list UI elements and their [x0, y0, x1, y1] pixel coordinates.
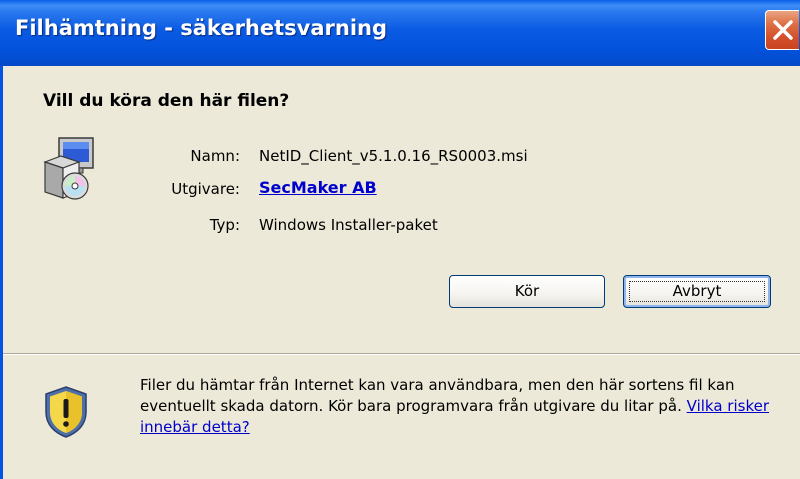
type-label: Typ:: [209, 216, 240, 234]
file-name: NetID_Client_v5.1.0.16_RS0003.msi: [259, 147, 528, 165]
close-button[interactable]: [765, 10, 799, 50]
run-button-label: Kör: [514, 282, 540, 300]
window-title: Filhämtning - säkerhetsvarning: [15, 16, 388, 40]
divider-highlight: [3, 354, 800, 355]
title-bar[interactable]: Filhämtning - säkerhetsvarning: [0, 0, 800, 66]
warning-text: Filer du hämtar från Internet kan vara a…: [140, 376, 735, 415]
security-warning-dialog: Filhämtning - säkerhetsvarning Vill du k…: [0, 0, 800, 479]
publisher-link[interactable]: SecMaker AB: [259, 178, 377, 197]
security-warning-message: Filer du hämtar från Internet kan vara a…: [140, 375, 790, 438]
name-label: Namn:: [190, 147, 240, 165]
close-icon: [773, 20, 793, 40]
run-button[interactable]: Kör: [449, 275, 605, 308]
cancel-button[interactable]: Avbryt: [623, 275, 771, 308]
file-type: Windows Installer-paket: [259, 216, 438, 234]
security-shield-warning-icon: [45, 386, 87, 438]
focus-rectangle: [629, 281, 765, 302]
publisher-label: Utgivare:: [171, 180, 240, 198]
run-question: Vill du köra den här filen?: [43, 91, 290, 111]
